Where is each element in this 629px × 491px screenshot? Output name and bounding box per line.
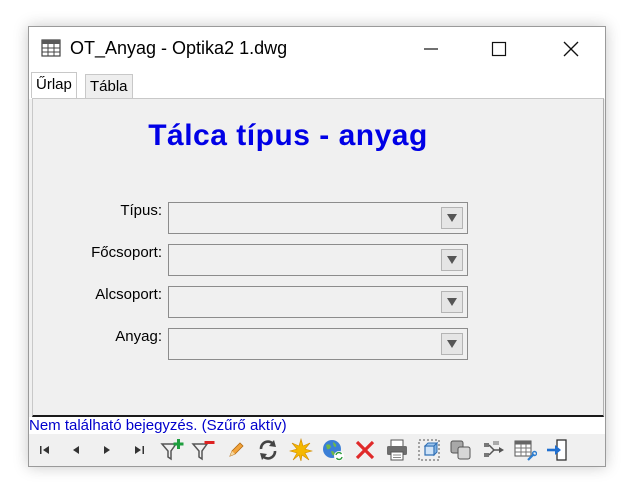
exit-icon (547, 439, 567, 461)
connect-button[interactable] (480, 437, 506, 463)
tipus-label: Típus: (120, 202, 162, 219)
first-record-icon (40, 446, 49, 454)
dropdown-arrow-icon (447, 214, 457, 222)
globe-sync-icon (323, 440, 344, 461)
last-record-icon (135, 446, 144, 454)
window-title: OT_Anyag - Optika2 1.dwg (70, 38, 288, 58)
new-record-star-icon (289, 438, 313, 462)
tab-urlap[interactable]: Űrlap (31, 72, 77, 98)
focsoport-combobox[interactable] (168, 244, 468, 276)
remove-filter-button[interactable] (190, 437, 216, 463)
select-object-icon (418, 439, 440, 461)
title-bar: OT_Anyag - Optika2 1.dwg (29, 27, 605, 71)
anyag-combobox[interactable] (168, 328, 468, 360)
minimize-button[interactable] (401, 27, 461, 71)
close-icon (563, 41, 579, 57)
edit-button[interactable] (223, 437, 249, 463)
focsoport-label: Főcsoport: (91, 244, 162, 261)
anyag-dropdown-button[interactable] (441, 333, 463, 355)
select-object-button[interactable] (416, 437, 442, 463)
anyag-label: Anyag: (115, 328, 162, 345)
focsoport-dropdown-button[interactable] (441, 249, 463, 271)
alcsoport-dropdown-button[interactable] (441, 291, 463, 313)
next-record-button[interactable] (94, 437, 120, 463)
edit-icon (229, 442, 244, 457)
tab-tabla[interactable]: Tábla (85, 74, 133, 98)
dropdown-arrow-icon (447, 256, 457, 264)
add-filter-button[interactable] (159, 437, 185, 463)
application-window: OT_Anyag - Optika2 1.dwg Űrlap Tábla Tál… (28, 26, 606, 467)
table-app-icon (41, 38, 61, 58)
remove-filter-icon (191, 441, 215, 461)
new-record-button[interactable] (288, 437, 314, 463)
maximize-icon (491, 41, 507, 57)
tab-strip: Űrlap Tábla (29, 71, 605, 99)
globe-sync-button[interactable] (320, 437, 346, 463)
dropdown-arrow-icon (447, 298, 457, 306)
record-toolbar (29, 434, 605, 466)
maximize-button[interactable] (469, 27, 529, 71)
delete-icon (355, 440, 375, 460)
dropdown-arrow-icon (447, 340, 457, 348)
form-panel: Tálca típus - anyag Típus: Főcsoport: Al… (32, 98, 604, 417)
close-button[interactable] (541, 27, 601, 71)
minimize-icon (424, 48, 438, 50)
tipus-combobox[interactable] (168, 202, 468, 234)
refresh-button[interactable] (255, 437, 281, 463)
first-record-button[interactable] (32, 437, 58, 463)
copy-objects-button[interactable] (448, 437, 474, 463)
table-settings-icon (514, 440, 537, 461)
add-filter-icon (160, 439, 184, 461)
alcsoport-combobox[interactable] (168, 286, 468, 318)
alcsoport-label: Alcsoport: (95, 286, 162, 303)
print-icon (387, 439, 407, 461)
print-button[interactable] (384, 437, 410, 463)
copy-objects-icon (450, 440, 471, 460)
last-record-button[interactable] (126, 437, 152, 463)
next-record-icon (104, 446, 110, 454)
delete-button[interactable] (352, 437, 378, 463)
status-message: Nem található bejegyzés. (Szűrő aktív) (29, 417, 605, 434)
previous-record-button[interactable] (63, 437, 89, 463)
exit-button[interactable] (544, 437, 570, 463)
previous-record-icon (73, 446, 79, 454)
refresh-icon (259, 440, 277, 460)
table-settings-button[interactable] (512, 437, 538, 463)
tipus-dropdown-button[interactable] (441, 207, 463, 229)
form-title: Tálca típus - anyag (148, 119, 428, 152)
connect-icon (484, 441, 504, 457)
